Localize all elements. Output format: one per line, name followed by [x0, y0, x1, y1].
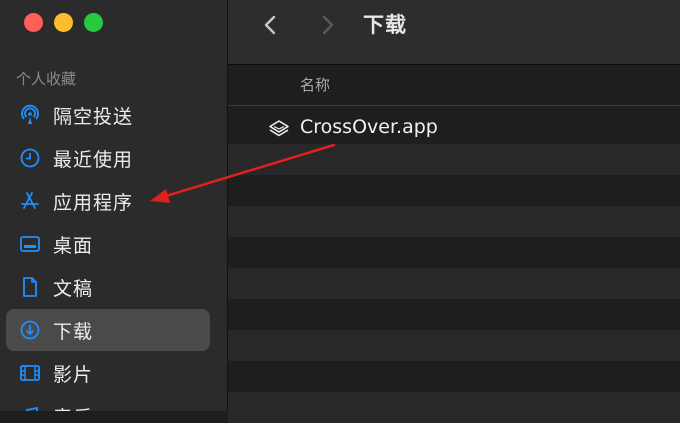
sidebar-item-desktop[interactable]: 桌面 — [6, 223, 210, 265]
sidebar-item-documents[interactable]: 文稿 — [6, 266, 210, 308]
airdrop-icon — [19, 104, 41, 126]
back-button[interactable] — [258, 12, 284, 38]
file-name: CrossOver.app — [300, 116, 438, 138]
sidebar-item-label: 音乐 — [53, 403, 93, 412]
sidebar-item-label: 最近使用 — [53, 148, 134, 171]
sidebar-item-music[interactable]: 音乐 — [6, 395, 210, 411]
column-header: 名称 — [228, 65, 680, 106]
empty-row — [228, 175, 680, 206]
download-icon — [19, 319, 41, 341]
empty-row — [228, 268, 680, 299]
close-window-button[interactable] — [24, 13, 43, 32]
sidebar-item-label: 影片 — [53, 363, 94, 386]
sidebar-item-movies[interactable]: 影片 — [6, 352, 210, 394]
empty-row — [228, 144, 680, 175]
file-list: CrossOver.app — [228, 113, 680, 423]
sidebar-item-label: 下载 — [53, 320, 94, 343]
sidebar-item-airdrop[interactable]: 隔空投送 — [6, 94, 210, 136]
zoom-window-button[interactable] — [84, 13, 103, 32]
applications-icon — [19, 190, 41, 212]
empty-row — [228, 392, 680, 423]
chevron-right-icon — [322, 15, 334, 35]
window-controls — [24, 13, 103, 32]
sidebar: 个人收藏 隔空投送 最近使用 应用程序 桌面 文稿 下载 影片 — [0, 0, 228, 411]
empty-row — [228, 237, 680, 268]
sidebar-item-applications[interactable]: 应用程序 — [6, 180, 210, 222]
app-bundle-icon — [268, 118, 290, 140]
sidebar-item-label: 应用程序 — [53, 191, 134, 214]
minimize-window-button[interactable] — [54, 13, 73, 32]
document-icon — [19, 276, 41, 298]
empty-row — [228, 361, 680, 392]
desktop-icon — [19, 233, 41, 255]
sidebar-item-label: 文稿 — [53, 277, 94, 300]
file-row-crossover[interactable]: CrossOver.app — [228, 113, 680, 144]
music-icon — [19, 405, 41, 411]
clock-icon — [19, 147, 41, 169]
toolbar: 下载 — [228, 0, 680, 65]
empty-row — [228, 206, 680, 237]
chevron-left-icon — [264, 15, 276, 35]
sidebar-item-label: 隔空投送 — [53, 105, 134, 128]
sidebar-item-downloads[interactable]: 下载 — [6, 309, 210, 351]
empty-row — [228, 330, 680, 361]
favorites-section-label: 个人收藏 — [16, 70, 77, 88]
sidebar-item-label: 桌面 — [53, 234, 94, 257]
forward-button[interactable] — [314, 12, 340, 38]
sidebar-item-recents[interactable]: 最近使用 — [6, 137, 210, 179]
film-icon — [19, 362, 41, 384]
main-pane: 下载 名称 CrossOver.app — [228, 0, 680, 423]
empty-row — [228, 299, 680, 330]
window-title: 下载 — [363, 13, 407, 37]
name-column-header[interactable]: 名称 — [300, 74, 330, 95]
